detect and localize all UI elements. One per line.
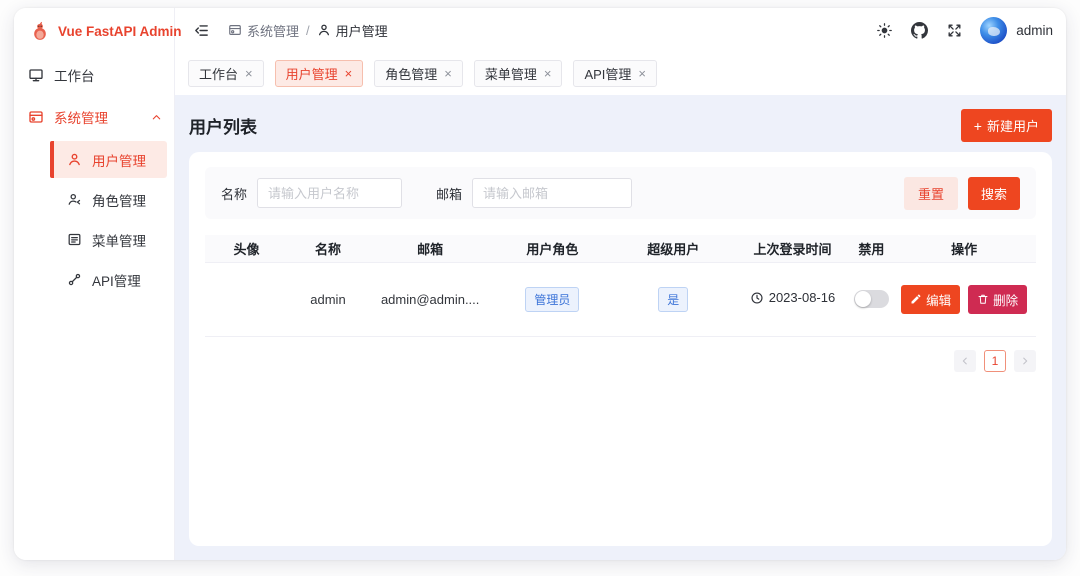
close-icon[interactable]: × xyxy=(638,67,646,80)
sidebar-item-label: 系统管理 xyxy=(54,107,108,127)
prev-page-button[interactable] xyxy=(954,350,976,372)
tab-user-management[interactable]: 用户管理 × xyxy=(275,60,364,87)
delete-button[interactable]: 删除 xyxy=(968,285,1027,314)
username-label[interactable]: admin xyxy=(1016,23,1053,38)
menu-list-icon xyxy=(67,232,82,247)
sidebar-item-role-management[interactable]: 角色管理 xyxy=(50,181,167,218)
table-card: 名称 邮箱 重置 搜索 xyxy=(189,152,1052,546)
sidebar-item-api-management[interactable]: API管理 xyxy=(50,261,167,298)
github-icon[interactable] xyxy=(906,17,932,43)
cell-role: 管理员 xyxy=(493,262,613,336)
monitor-icon xyxy=(28,67,44,83)
sidebar-item-system[interactable]: 系统管理 xyxy=(14,96,174,138)
top-bar: 系统管理 / 用户管理 xyxy=(175,8,1066,52)
col-superuser: 超级用户 xyxy=(612,235,734,262)
user-icon xyxy=(317,23,331,37)
sidebar-item-label: 角色管理 xyxy=(92,190,146,210)
tab-role-management[interactable]: 角色管理 × xyxy=(374,60,463,87)
page-content: 用户列表 + 新建用户 名称 邮箱 重置 搜索 xyxy=(175,95,1066,560)
close-icon[interactable]: × xyxy=(544,67,552,80)
sidebar-item-user-management[interactable]: 用户管理 xyxy=(50,141,167,178)
close-icon[interactable]: × xyxy=(245,67,253,80)
breadcrumb-item-system[interactable]: 系统管理 xyxy=(228,21,299,40)
pencil-icon xyxy=(910,293,922,305)
search-panel: 名称 邮箱 重置 搜索 xyxy=(205,167,1036,219)
role-tag: 管理员 xyxy=(525,287,579,312)
theme-toggle-icon[interactable] xyxy=(871,17,897,43)
name-input[interactable] xyxy=(257,178,402,208)
search-actions: 重置 搜索 xyxy=(904,177,1020,210)
chevron-right-icon xyxy=(1020,356,1030,366)
collapse-sidebar-icon[interactable] xyxy=(188,17,214,43)
cell-avatar xyxy=(205,262,288,336)
user-icon xyxy=(67,152,82,167)
reset-button[interactable]: 重置 xyxy=(904,177,958,210)
cell-name: admin xyxy=(288,262,368,336)
trash-icon xyxy=(977,293,989,305)
disabled-toggle[interactable] xyxy=(854,290,889,308)
sidebar-item-label: API管理 xyxy=(92,270,141,290)
email-field-label: 邮箱 xyxy=(436,184,462,203)
col-disabled: 禁用 xyxy=(851,235,893,262)
app-window: Vue FastAPI Admin 工作台 系统管理 用户管理 xyxy=(14,8,1066,560)
user-avatar[interactable] xyxy=(980,17,1007,44)
sidebar-item-workbench[interactable]: 工作台 xyxy=(14,54,174,96)
tab-workbench[interactable]: 工作台 × xyxy=(188,60,264,87)
topbar-actions: admin xyxy=(871,17,1053,44)
superuser-tag: 是 xyxy=(658,287,688,312)
next-page-button[interactable] xyxy=(1014,350,1036,372)
col-email: 邮箱 xyxy=(368,235,493,262)
chicken-logo-icon xyxy=(30,21,50,41)
tab-menu-management[interactable]: 菜单管理 × xyxy=(474,60,563,87)
sidebar-item-label: 菜单管理 xyxy=(92,230,146,250)
sidebar: Vue FastAPI Admin 工作台 系统管理 用户管理 xyxy=(14,8,175,560)
sidebar-item-label: 用户管理 xyxy=(92,150,146,170)
system-window-icon xyxy=(228,23,242,37)
app-logo[interactable]: Vue FastAPI Admin xyxy=(14,8,174,54)
name-field-label: 名称 xyxy=(221,184,247,203)
breadcrumb-separator: / xyxy=(306,23,310,38)
role-user-icon xyxy=(67,192,82,207)
cell-superuser: 是 xyxy=(612,262,734,336)
close-icon[interactable]: × xyxy=(444,67,452,80)
breadcrumb-item-users[interactable]: 用户管理 xyxy=(317,21,388,40)
cell-last-login: 2023-08-16 xyxy=(734,262,850,336)
table-header-row: 头像 名称 邮箱 用户角色 超级用户 上次登录时间 禁用 操作 xyxy=(205,235,1036,262)
sidebar-item-label: 工作台 xyxy=(54,65,95,85)
email-input[interactable] xyxy=(472,178,632,208)
edit-button[interactable]: 编辑 xyxy=(901,285,960,314)
col-role: 用户角色 xyxy=(493,235,613,262)
search-button[interactable]: 搜索 xyxy=(968,177,1020,210)
app-title: Vue FastAPI Admin xyxy=(58,24,182,39)
sidebar-item-menu-management[interactable]: 菜单管理 xyxy=(50,221,167,258)
page-title: 用户列表 xyxy=(189,113,257,138)
chevron-up-icon xyxy=(151,112,162,123)
fullscreen-icon[interactable] xyxy=(941,17,967,43)
pagination: 1 xyxy=(205,350,1036,372)
breadcrumb: 系统管理 / 用户管理 xyxy=(228,21,388,40)
clock-icon xyxy=(750,291,764,305)
system-window-icon xyxy=(28,109,44,125)
cell-disabled xyxy=(851,262,893,336)
cell-actions: 编辑 删除 xyxy=(892,262,1036,336)
users-table: 头像 名称 邮箱 用户角色 超级用户 上次登录时间 禁用 操作 xyxy=(205,235,1036,337)
tab-api-management[interactable]: API管理 × xyxy=(573,60,657,87)
col-name: 名称 xyxy=(288,235,368,262)
table-row: admin admin@admin.... 管理员 是 xyxy=(205,262,1036,336)
col-actions: 操作 xyxy=(892,235,1036,262)
page-header: 用户列表 + 新建用户 xyxy=(189,104,1052,147)
api-link-icon xyxy=(67,272,82,287)
new-user-button[interactable]: + 新建用户 xyxy=(961,109,1052,142)
cell-email: admin@admin.... xyxy=(368,262,493,336)
col-last-login: 上次登录时间 xyxy=(734,235,850,262)
chevron-left-icon xyxy=(960,356,970,366)
tab-bar: 工作台 × 用户管理 × 角色管理 × 菜单管理 × API管理 × xyxy=(175,52,1066,95)
plus-icon: + xyxy=(974,119,982,133)
page-number-1[interactable]: 1 xyxy=(984,350,1006,372)
col-avatar: 头像 xyxy=(205,235,288,262)
close-icon[interactable]: × xyxy=(345,67,353,80)
main-area: 系统管理 / 用户管理 xyxy=(175,8,1066,560)
